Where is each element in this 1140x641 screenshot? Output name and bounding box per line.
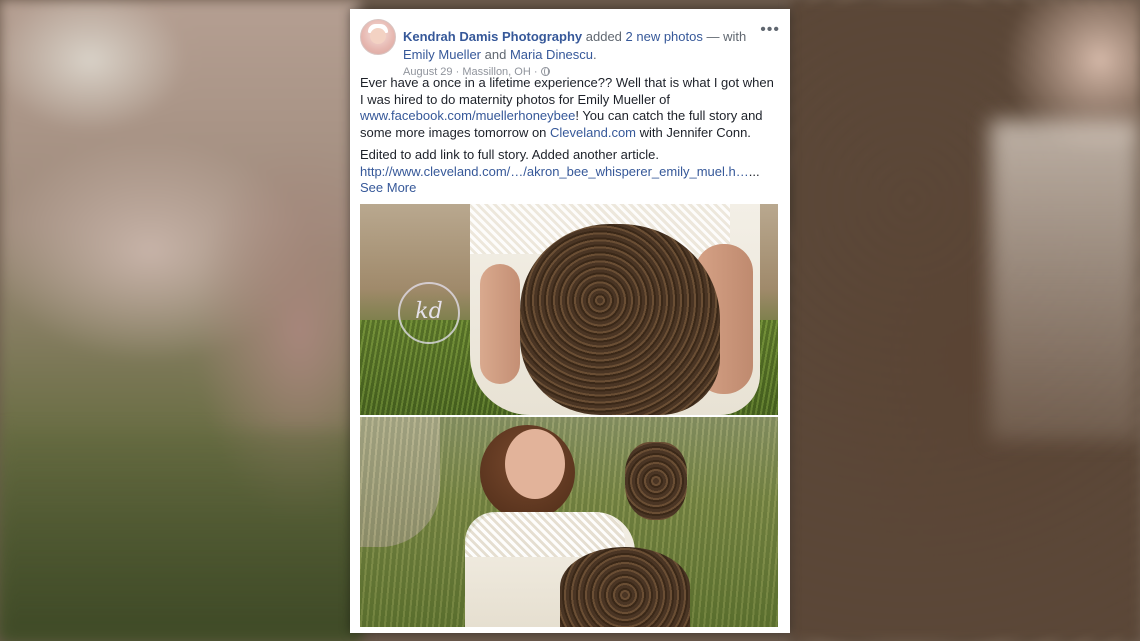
post-paragraph-1: Ever have a once in a lifetime experienc… — [360, 75, 780, 141]
post-text-1a: Ever have a once in a lifetime experienc… — [360, 75, 774, 107]
photo1-arm-left — [480, 264, 520, 384]
post-text-2: Edited to add link to full story. Added … — [360, 147, 659, 162]
photographer-watermark: kd — [398, 282, 460, 344]
tagged-person-1-link[interactable]: Emily Mueller — [403, 47, 481, 62]
post-photo-1[interactable]: kd — [360, 204, 778, 415]
page-name-link[interactable]: Kendrah Damis Photography — [403, 29, 582, 44]
photo2-bee-covered-hand — [625, 442, 687, 520]
see-more-link[interactable]: See More — [360, 180, 416, 195]
article-link[interactable]: http://www.cleveland.com/…/akron_bee_whi… — [360, 164, 749, 179]
post-photo-2[interactable] — [360, 417, 778, 627]
header-period: . — [593, 47, 597, 62]
action-text: added — [582, 29, 626, 44]
with-text: — with — [702, 29, 747, 44]
post-paragraph-2: Edited to add link to full story. Added … — [360, 147, 780, 197]
photos-link[interactable]: 2 new photos — [626, 29, 703, 44]
post-header-line2: Emily Mueller and Maria Dinescu. — [403, 47, 597, 62]
photo2-face — [505, 429, 565, 499]
page-avatar[interactable] — [360, 19, 396, 55]
post-header-line1: Kendrah Damis Photography added 2 new ph… — [403, 29, 746, 44]
post-text-1c: with Jennifer Conn. — [636, 124, 751, 140]
photo1-bee-swarm — [520, 224, 720, 415]
tagged-person-2-link[interactable]: Maria Dinescu — [510, 47, 593, 62]
cleveland-link[interactable]: Cleveland.com — [550, 125, 636, 140]
post-header: Kendrah Damis Photography added 2 new ph… — [360, 19, 780, 78]
facebook-page-link[interactable]: www.facebook.com/muellerhoneybee — [360, 108, 575, 123]
post-text-2-ellipsis: ... — [748, 163, 760, 179]
photo2-bee-swarm — [560, 547, 690, 627]
avatar-face — [370, 28, 386, 44]
and-text: and — [481, 47, 510, 62]
more-options-icon[interactable]: ••• — [760, 22, 780, 38]
post-body: Ever have a once in a lifetime experienc… — [360, 75, 780, 197]
background-right-fabric — [990, 120, 1140, 440]
background-left-grass — [0, 430, 360, 641]
facebook-post-card: Kendrah Damis Photography added 2 new ph… — [350, 9, 790, 633]
